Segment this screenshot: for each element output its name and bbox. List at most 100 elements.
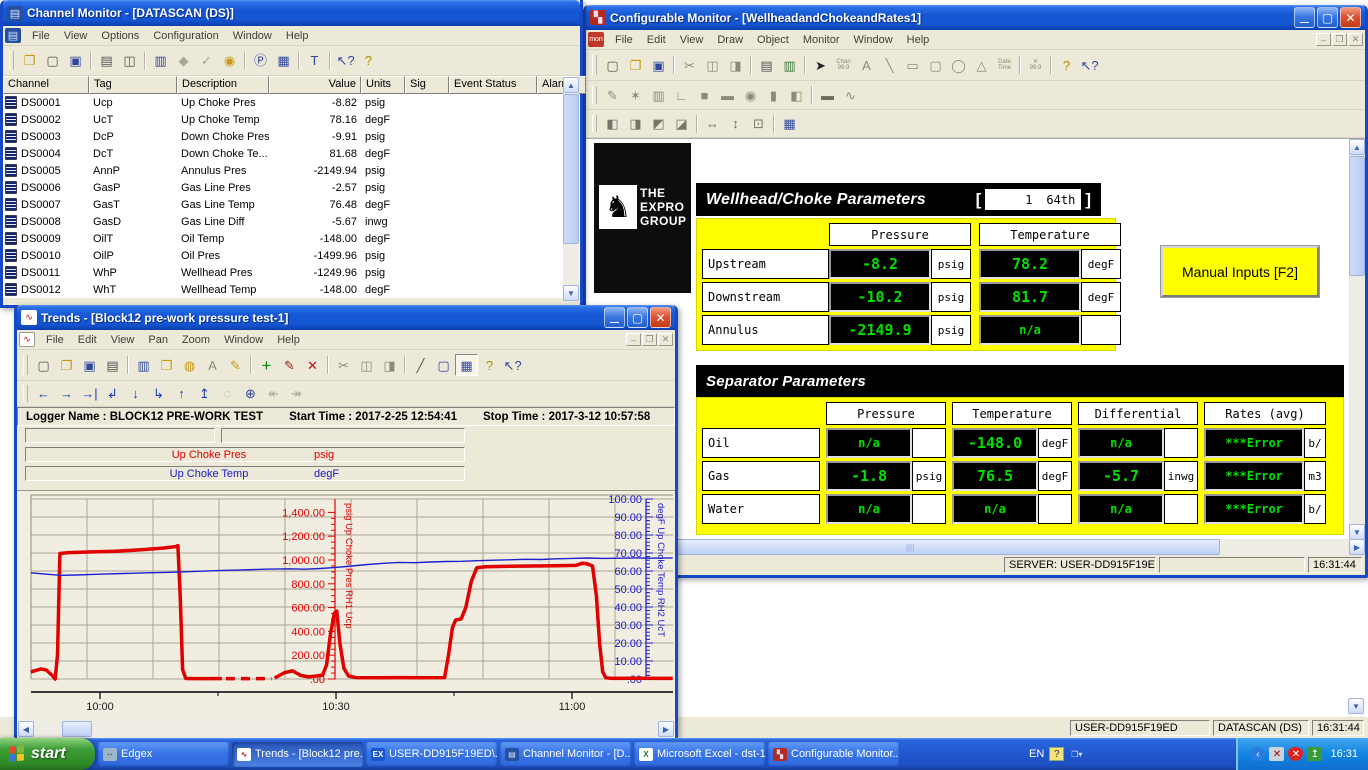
paste-icon[interactable]: ◨ bbox=[724, 54, 747, 76]
copy-icon[interactable]: ◫ bbox=[701, 54, 724, 76]
help-icon[interactable]: ? bbox=[478, 354, 501, 376]
new-icon[interactable]: ▢ bbox=[32, 354, 55, 376]
copy-icon[interactable]: ◫ bbox=[355, 354, 378, 376]
notes-icon[interactable]: ✎ bbox=[224, 354, 247, 376]
print-icon[interactable]: ▤ bbox=[755, 54, 778, 76]
channel-row-ds0007[interactable]: DS0007GasTGas Line Temp76.48degF bbox=[3, 196, 580, 213]
new-icon[interactable]: ▢ bbox=[601, 54, 624, 76]
column-header-event-status[interactable]: Event Status bbox=[449, 76, 537, 94]
pan-right-icon[interactable]: → bbox=[55, 383, 78, 405]
rounded-rect-icon[interactable]: ▢ bbox=[924, 54, 947, 76]
pan-up-icon[interactable]: ↑ bbox=[170, 383, 193, 405]
table-icon[interactable]: ▦ bbox=[455, 354, 478, 376]
channel-row-ds0010[interactable]: DS0010OilPOil Pres-1499.96psig bbox=[3, 247, 580, 264]
title-bar[interactable]: ∿ Trends - [Block12 pre-work pressure te… bbox=[17, 305, 675, 330]
scroll-right-button[interactable]: ▶ bbox=[1349, 539, 1365, 555]
scroll-up-button[interactable]: ▲ bbox=[563, 77, 579, 93]
screen-icon[interactable]: ▢ bbox=[432, 354, 455, 376]
save-icon[interactable]: ▣ bbox=[78, 354, 101, 376]
cut-icon[interactable]: ✂ bbox=[678, 54, 701, 76]
text-a-icon[interactable]: A bbox=[855, 54, 878, 76]
language-bar-restore-icon[interactable]: ❐▾ bbox=[1069, 747, 1084, 761]
channel-row-ds0002[interactable]: DS0002UcTUp Choke Temp78.16degF bbox=[3, 111, 580, 128]
help-pointer-icon[interactable]: ↖? bbox=[334, 50, 357, 72]
menu-item-file[interactable]: File bbox=[25, 28, 57, 44]
scroll-down-button[interactable]: ▼ bbox=[1348, 698, 1364, 714]
menu-item-file[interactable]: File bbox=[608, 32, 640, 48]
help-pointer-icon[interactable]: ↖? bbox=[1078, 54, 1101, 76]
check-icon[interactable]: ✓ bbox=[195, 50, 218, 72]
channel-columns-icon[interactable]: ▥ bbox=[149, 50, 172, 72]
task-button-channel-monitor[interactable]: ▤Channel Monitor - [D... bbox=[500, 742, 631, 767]
open-icon[interactable]: ❐ bbox=[18, 50, 41, 72]
channel-row-ds0006[interactable]: DS0006GasPGas Line Pres-2.57psig bbox=[3, 179, 580, 196]
pan-left-icon[interactable]: ← bbox=[32, 383, 55, 405]
add-icon[interactable]: + bbox=[255, 354, 278, 376]
zoom-in-icon[interactable]: ⊕ bbox=[239, 383, 262, 405]
scroll-left-button[interactable]: ◀ bbox=[18, 721, 34, 737]
select-arrow-icon[interactable]: ➤ bbox=[809, 54, 832, 76]
mdi-close-button[interactable]: ✕ bbox=[658, 333, 673, 346]
v-bar-icon[interactable]: ▮ bbox=[762, 84, 785, 106]
channel-row-ds0004[interactable]: DS0004DcTDown Choke Te...81.68degF bbox=[3, 145, 580, 162]
date-time-icon[interactable]: Date Time bbox=[993, 54, 1016, 76]
menu-item-window[interactable]: Window bbox=[217, 332, 270, 348]
mdi-restore-button[interactable]: ❐ bbox=[1332, 33, 1347, 46]
column-header-value[interactable]: Value bbox=[269, 76, 361, 94]
manual-inputs-button[interactable]: Manual Inputs [F2] bbox=[1161, 246, 1319, 297]
menu-item-object[interactable]: Object bbox=[750, 32, 796, 48]
channel-row-ds0005[interactable]: DS0005AnnPAnnulus Pres-2149.94psig bbox=[3, 162, 580, 179]
chart-horizontal-scrollbar[interactable]: ◀ ▶ bbox=[17, 721, 675, 738]
pan-down-left-icon[interactable]: ↲ bbox=[101, 383, 124, 405]
burst-icon[interactable]: ✶ bbox=[624, 84, 647, 106]
mdi-minimize-button[interactable]: – bbox=[626, 333, 641, 346]
open-icon[interactable]: ❐ bbox=[55, 354, 78, 376]
polygon-icon[interactable]: △ bbox=[970, 54, 993, 76]
scrollbar-thumb[interactable] bbox=[563, 94, 579, 244]
text-a-icon[interactable]: A bbox=[201, 354, 224, 376]
task-button-excel[interactable]: XMicrosoft Excel - dst-1 bbox=[634, 742, 765, 767]
channel-row-ds0001[interactable]: DS0001UcpUp Choke Pres-8.82psig bbox=[3, 94, 580, 111]
chart-icon[interactable]: ▥ bbox=[132, 354, 155, 376]
save-icon[interactable]: ▣ bbox=[647, 54, 670, 76]
print-icon[interactable]: ▤ bbox=[95, 50, 118, 72]
legend-row-up-choke-temp[interactable]: Up Choke TempdegF bbox=[25, 466, 465, 481]
filled-rect-icon[interactable]: ■ bbox=[693, 84, 716, 106]
scroll-up-button[interactable]: ▲ bbox=[1349, 139, 1365, 155]
menu-item-edit[interactable]: Edit bbox=[640, 32, 673, 48]
canvas-vertical-scrollbar[interactable]: ▲ ▼ bbox=[1349, 139, 1365, 539]
poll-icon[interactable]: Ⓟ bbox=[249, 50, 272, 72]
same-width-icon[interactable]: ↔ bbox=[701, 113, 724, 135]
print-icon[interactable]: ▤ bbox=[101, 354, 124, 376]
channel-row-ds0003[interactable]: DS0003DcPDown Choke Pres-9.91psig bbox=[3, 128, 580, 145]
new-icon[interactable]: ▢ bbox=[41, 50, 64, 72]
scroll-down-button[interactable]: ▼ bbox=[563, 285, 579, 301]
network-disabled-icon[interactable]: ✕ bbox=[1269, 747, 1284, 761]
scroll-down-button[interactable]: ▼ bbox=[1349, 524, 1365, 539]
menu-item-help[interactable]: Help bbox=[270, 332, 307, 348]
task-button-edgex[interactable]: ··Edgex bbox=[98, 742, 229, 767]
chan-value-icon[interactable]: Chan 99.9 bbox=[832, 54, 855, 76]
hide-icons-icon[interactable]: ‹ bbox=[1250, 747, 1265, 761]
ellipse-icon[interactable]: ◯ bbox=[947, 54, 970, 76]
led-icon[interactable]: ▥ bbox=[647, 84, 670, 106]
menu-item-window[interactable]: Window bbox=[226, 28, 279, 44]
line-icon[interactable]: ╲ bbox=[878, 54, 901, 76]
title-bar[interactable]: ▚ Configurable Monitor - [WellheadandCho… bbox=[586, 5, 1365, 30]
same-height-icon[interactable]: ↕ bbox=[724, 113, 747, 135]
mdi-minimize-button[interactable]: – bbox=[1316, 33, 1331, 46]
plotter-icon[interactable]: ✎ bbox=[601, 84, 624, 106]
task-button-excel-doc[interactable]: EXUSER-DD915F19ED\... bbox=[366, 742, 497, 767]
minimize-button[interactable] bbox=[604, 307, 625, 328]
scrollbar-thumb[interactable] bbox=[62, 721, 92, 737]
delete-icon[interactable]: ✕ bbox=[301, 354, 324, 376]
security-alert-icon[interactable]: ✕ bbox=[1288, 747, 1303, 761]
corner-gauge-icon[interactable]: ∟ bbox=[670, 84, 693, 106]
canvas-horizontal-scrollbar[interactable]: |||| ▶ bbox=[586, 539, 1365, 555]
menu-item-monitor[interactable]: Monitor bbox=[796, 32, 847, 48]
scrollbar-thumb[interactable] bbox=[1349, 156, 1365, 276]
diamond-icon[interactable]: ◆ bbox=[172, 50, 195, 72]
ime-help-icon[interactable]: ? bbox=[1049, 747, 1064, 761]
cut-icon[interactable]: ✂ bbox=[332, 354, 355, 376]
on-off-icon[interactable]: ◧ bbox=[785, 84, 808, 106]
